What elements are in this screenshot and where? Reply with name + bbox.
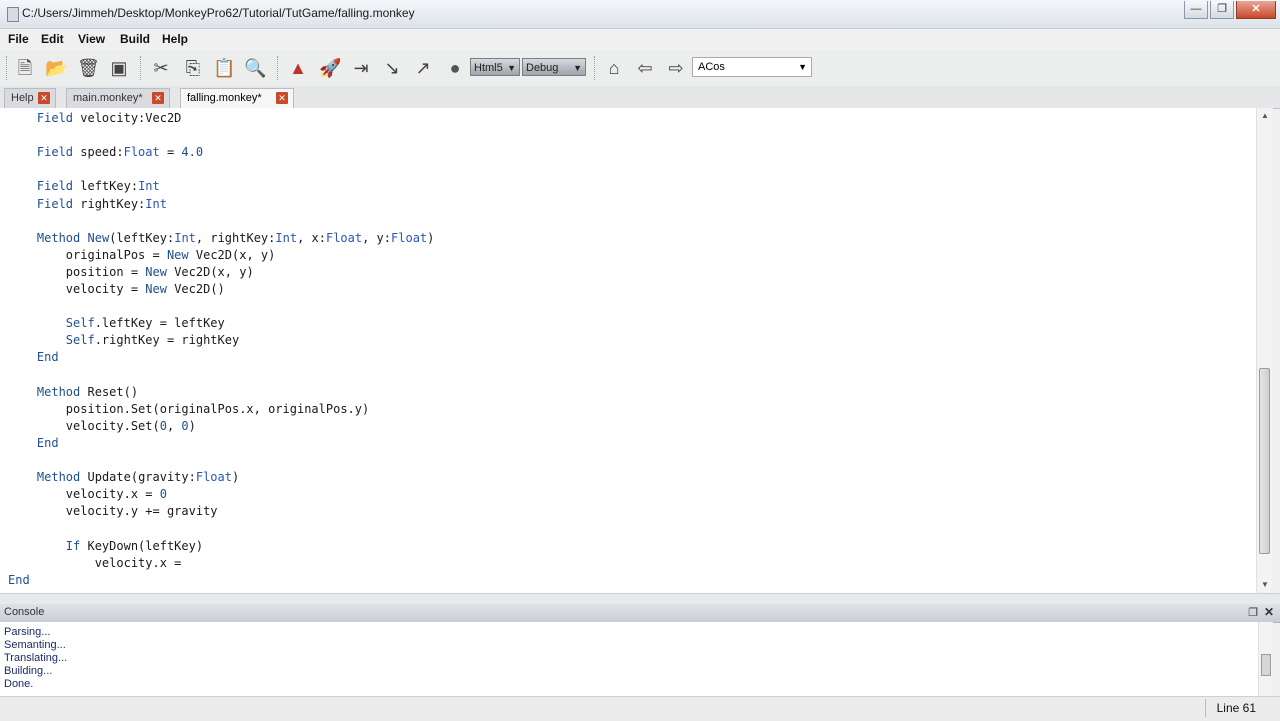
code-line: velocity.Set(0, 0) <box>8 418 196 433</box>
breakpoint-icon[interactable]: ● <box>444 57 466 79</box>
toolbar-separator <box>277 56 279 80</box>
chevron-down-icon: ▼ <box>798 62 807 72</box>
target-select[interactable]: Html5 ▼ <box>470 58 520 76</box>
copy-icon[interactable]: ⎘ <box>182 57 204 79</box>
code-line: velocity = New Vec2D() <box>8 282 225 296</box>
code-editor[interactable]: Field velocity:Vec2D Field speed:Float =… <box>0 108 1256 593</box>
console-header: Console ❐ ✕ <box>0 604 1280 623</box>
restore-button[interactable]: ❐ <box>1210 1 1234 19</box>
tab-label: main.monkey* <box>73 92 143 104</box>
symbol-select[interactable]: ACos ▼ <box>692 57 812 77</box>
close-button[interactable]: ✕ <box>1236 1 1276 19</box>
toolbar-separator <box>594 56 596 80</box>
tab-label: Help <box>11 92 34 104</box>
toolbar-separator <box>140 56 142 80</box>
console-line: Building... <box>4 665 53 677</box>
home-icon[interactable]: ⌂ <box>603 57 625 79</box>
open-file-icon[interactable]: 📂 <box>45 57 67 79</box>
build-icon[interactable]: ▲ <box>287 57 309 79</box>
config-select[interactable]: Debug ▼ <box>522 58 586 76</box>
code-line: originalPos = New Vec2D(x, y) <box>8 247 276 262</box>
app-icon <box>7 7 19 22</box>
code-line: Field velocity:Vec2D <box>36 111 182 125</box>
symbol-select-value: ACos <box>698 61 725 73</box>
close-icon[interactable]: ✕ <box>38 92 50 104</box>
console-line: Parsing... <box>4 626 51 638</box>
scrollbar-thumb[interactable] <box>1259 368 1270 554</box>
code-line: If KeyDown(leftKey) <box>65 538 204 553</box>
step-icon[interactable]: ⇥ <box>350 57 372 79</box>
close-file-icon[interactable]: 🗑 <box>77 57 100 79</box>
tab-bar: Help ✕ main.monkey* ✕ falling.monkey* ✕ <box>0 86 1280 109</box>
toolbar: 🗎 📂 🗑 ▣ ✂ ⎘ 📋 🔍 ▲ 🚀 ⇥ ↘ ↗ ● Html5 ▼ Debu… <box>0 50 1280 87</box>
cut-icon[interactable]: ✂ <box>150 57 172 79</box>
code-line: velocity.y += gravity <box>8 504 218 519</box>
scroll-up-icon[interactable]: ▲ <box>1257 108 1273 124</box>
code-line: Self.leftKey = leftKey <box>65 316 225 331</box>
console-line: Done. <box>4 678 34 690</box>
tab-label: falling.monkey* <box>187 92 262 104</box>
menu-view[interactable]: View <box>78 32 105 46</box>
console-line: Translating... <box>4 652 68 664</box>
menu-build[interactable]: Build <box>120 32 150 46</box>
menu-edit[interactable]: Edit <box>41 32 64 46</box>
minimize-button[interactable]: — <box>1184 1 1208 19</box>
chevron-down-icon: ▼ <box>573 63 582 73</box>
title-bar: C:/Users/Jimmeh/Desktop/MonkeyPro62/Tuto… <box>0 0 1280 29</box>
tab-falling-monkey[interactable]: falling.monkey* ✕ <box>180 88 294 109</box>
scrollbar-thumb[interactable] <box>1261 654 1271 676</box>
close-icon[interactable]: ✕ <box>276 92 288 104</box>
toolbar-grip <box>6 56 8 80</box>
build-run-icon[interactable]: 🚀 <box>319 57 341 79</box>
chevron-down-icon: ▼ <box>507 63 516 73</box>
config-select-value: Debug <box>526 62 559 74</box>
step-out-icon[interactable]: ↗ <box>412 57 434 79</box>
code-line: Method Reset() <box>36 384 139 399</box>
new-file-icon[interactable]: 🗎 <box>14 57 36 79</box>
console-line: Semanting... <box>4 639 66 651</box>
save-icon[interactable]: ▣ <box>108 57 130 79</box>
close-icon[interactable]: ✕ <box>1264 605 1274 619</box>
editor-scrollbar[interactable]: ▲ ▼ <box>1256 108 1273 593</box>
restore-icon[interactable]: ❐ <box>1248 606 1258 619</box>
target-select-value: Html5 <box>474 62 503 74</box>
code-line: velocity.x = <box>8 555 189 570</box>
console-title: Console <box>4 606 45 618</box>
step-in-icon[interactable]: ↘ <box>381 57 403 79</box>
code-line: End <box>36 435 59 450</box>
code-line: Method New(leftKey:Int, rightKey:Int, x:… <box>36 230 435 245</box>
scroll-down-icon[interactable]: ▼ <box>1257 577 1273 593</box>
find-icon[interactable]: 🔍 <box>244 57 266 79</box>
line-indicator: Line 61 <box>1216 701 1256 715</box>
forward-icon[interactable]: ⇨ <box>665 57 687 79</box>
status-separator <box>1205 699 1206 717</box>
code-line: Field rightKey:Int <box>36 196 167 211</box>
code-line: End <box>8 572 30 587</box>
code-line: End <box>36 350 59 365</box>
console-scrollbar[interactable] <box>1258 622 1273 696</box>
code-line: Field speed:Float = 4.0 <box>36 145 204 160</box>
back-icon[interactable]: ⇦ <box>634 57 656 79</box>
menu-help[interactable]: Help <box>162 32 188 46</box>
close-icon[interactable]: ✕ <box>152 92 164 104</box>
menu-file[interactable]: File <box>8 32 29 46</box>
code-line: Method Update(gravity:Float) <box>36 470 240 485</box>
code-line: Self.rightKey = rightKey <box>65 333 240 348</box>
window-title: C:/Users/Jimmeh/Desktop/MonkeyPro62/Tuto… <box>22 6 415 20</box>
code-line: position = New Vec2D(x, y) <box>8 264 254 279</box>
menu-bar: File Edit View Build Help <box>0 29 1280 49</box>
code-line: position.Set(originalPos.x, originalPos.… <box>8 401 370 416</box>
tab-main-monkey[interactable]: main.monkey* ✕ <box>66 88 170 108</box>
console-output: Parsing... Semanting... Translating... B… <box>0 622 1258 696</box>
window-controls: — ❐ ✕ <box>1182 1 1276 21</box>
code-line: velocity.x = 0 <box>8 487 167 502</box>
tab-help[interactable]: Help ✕ <box>4 88 56 108</box>
paste-icon[interactable]: 📋 <box>213 57 235 79</box>
status-bar: Line 61 <box>0 696 1280 721</box>
code-line: Field leftKey:Int <box>36 179 160 194</box>
